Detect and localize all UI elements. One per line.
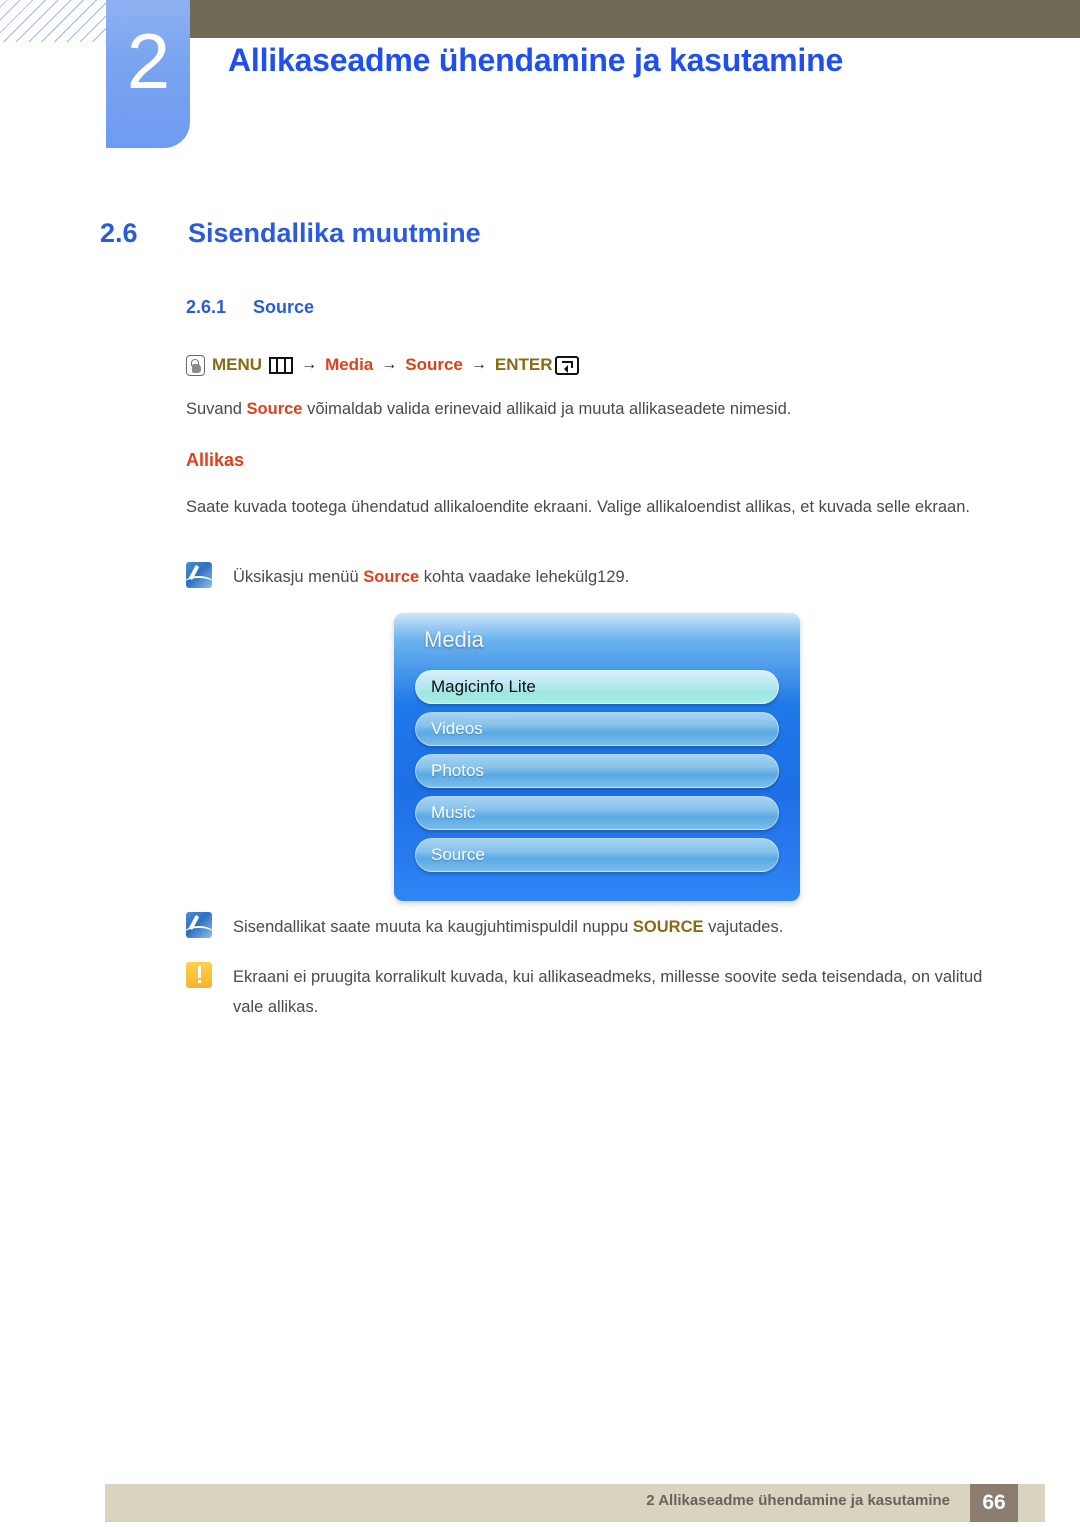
intro-paragraph: Suvand Source võimaldab valida erinevaid… xyxy=(186,394,976,424)
note-pen-icon xyxy=(186,562,212,588)
osd-item-magicinfo-lite[interactable]: Magicinfo Lite xyxy=(415,670,779,704)
chapter-number: 2 xyxy=(126,17,170,105)
manual-page: 2 Allikaseadme ühendamine ja kasutamine … xyxy=(0,0,1080,1527)
footer-text: 2 Allikaseadme ühendamine ja kasutamine xyxy=(646,1492,950,1509)
note-pen-icon xyxy=(186,912,212,938)
note-text: Sisendallikat saate muuta ka kaugjuhtimi… xyxy=(233,912,783,942)
subsection-heading: 2.6.1 Source xyxy=(186,297,314,318)
description-paragraph: Saate kuvada tootega ühendatud allikaloe… xyxy=(186,498,970,516)
subsection-number: 2.6.1 xyxy=(186,297,227,317)
chapter-number-badge: 2 xyxy=(106,0,190,148)
osd-item-label: Source xyxy=(431,845,485,864)
enter-key-icon xyxy=(554,355,579,375)
section-title: Sisendallika muutmine xyxy=(188,218,481,248)
menu-label: MENU xyxy=(212,355,263,374)
osd-item-source[interactable]: Source xyxy=(415,838,779,872)
section-number: 2.6 xyxy=(100,218,138,248)
warning-note-text: Ekraani ei pruugita korralikult kuvada, … xyxy=(233,968,983,1016)
osd-item-label: Photos xyxy=(431,761,484,780)
osd-item-list: Magicinfo Lite Videos Photos Music Sourc… xyxy=(415,670,779,880)
enter-label: ENTER xyxy=(494,355,553,374)
osd-item-videos[interactable]: Videos xyxy=(415,712,779,746)
page-number: 66 xyxy=(970,1484,1018,1522)
menu-path-breadcrumb: MENU → Media → Source → ENTER xyxy=(186,352,579,378)
note-text-pre: Sisendallikat saate muuta ka kaugjuhtimi… xyxy=(233,918,633,936)
warning-note-item: Ekraani ei pruugita korralikult kuvada, … xyxy=(186,962,1016,1022)
intro-text-post: võimaldab valida erinevaid allikaid ja m… xyxy=(302,400,792,418)
osd-title: Media xyxy=(424,627,484,652)
osd-item-label: Videos xyxy=(431,719,483,738)
note-item: Sisendallikat saate muuta ka kaugjuhtimi… xyxy=(186,912,1006,942)
osd-item-music[interactable]: Music xyxy=(415,796,779,830)
path-arrow-2: → xyxy=(381,356,398,373)
note-text-post: kohta vaadake lehekülg129. xyxy=(419,568,630,586)
path-arrow-1: → xyxy=(301,356,318,373)
path-arrow-3: → xyxy=(470,356,487,373)
menu-bars-icon xyxy=(269,356,294,374)
note-text-bold: Source xyxy=(363,568,420,586)
intro-text-bold: Source xyxy=(246,400,303,418)
osd-item-label: Magicinfo Lite xyxy=(431,677,536,696)
note-text: Üksikasju menüü Source kohta vaadake leh… xyxy=(233,562,629,592)
osd-item-photos[interactable]: Photos xyxy=(415,754,779,788)
warning-icon xyxy=(186,962,212,988)
note-text-bold: SOURCE xyxy=(632,918,704,936)
note-text-pre: Üksikasju menüü xyxy=(233,568,364,586)
section-heading: 2.6 Sisendallika muutmine xyxy=(100,218,481,249)
allikas-subheading: Allikas xyxy=(186,450,245,470)
osd-item-label: Music xyxy=(431,803,476,822)
hand-press-icon xyxy=(186,354,205,376)
osd-media-menu: Media Magicinfo Lite Videos Photos Music… xyxy=(394,613,800,901)
chapter-title: Allikaseadme ühendamine ja kasutamine xyxy=(228,42,844,78)
note-text-post: vajutades. xyxy=(703,918,784,936)
corner-hatch-decoration xyxy=(0,0,106,42)
intro-text-pre: Suvand xyxy=(186,400,247,418)
subsection-title: Source xyxy=(253,297,315,317)
path-item-source: Source xyxy=(405,355,463,374)
path-item-media: Media xyxy=(325,355,374,374)
note-item: Üksikasju menüü Source kohta vaadake leh… xyxy=(186,562,986,592)
header-olive-bar xyxy=(190,0,1080,38)
